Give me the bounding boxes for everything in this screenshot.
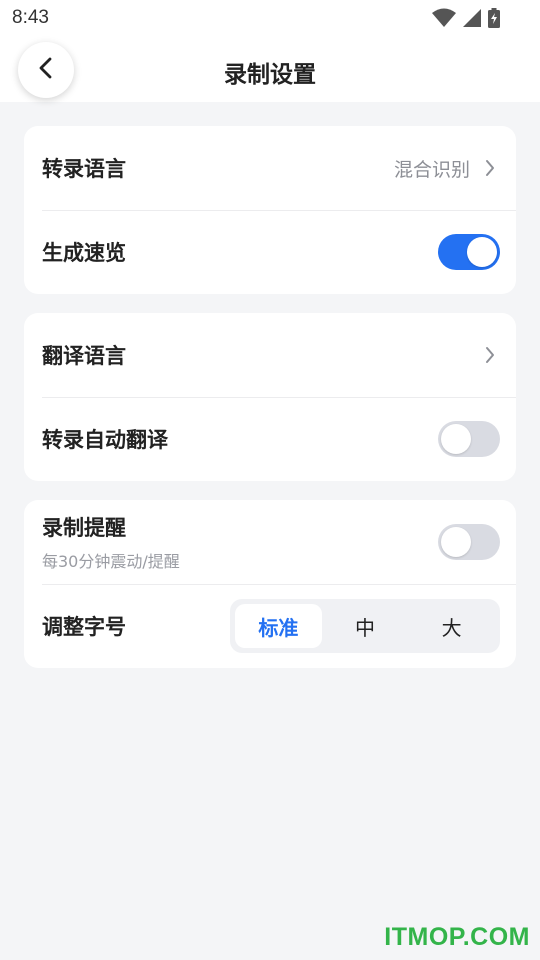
record-reminder-text: 录制提醒 每30分钟震动/提醒 <box>42 512 180 572</box>
font-size-row: 调整字号 标准 中 大 <box>24 584 516 668</box>
translate-language-label: 翻译语言 <box>42 344 126 368</box>
font-size-option-standard[interactable]: 标准 <box>235 604 322 648</box>
record-reminder-subtitle: 每30分钟震动/提醒 <box>42 552 180 571</box>
status-icons <box>432 8 500 32</box>
page-title: 录制设置 <box>224 62 316 88</box>
auto-translate-row: 转录自动翻译 <box>24 397 516 481</box>
font-size-segmented-control: 标准 中 大 <box>230 599 500 653</box>
translate-language-row[interactable]: 翻译语言 <box>24 313 516 397</box>
record-reminder-toggle[interactable] <box>438 524 500 560</box>
wifi-icon <box>432 8 456 32</box>
font-size-option-medium[interactable]: 中 <box>322 604 409 648</box>
toggle-knob <box>441 424 471 454</box>
toggle-knob <box>467 237 497 267</box>
status-time: 8:43 <box>12 7 49 28</box>
record-reminder-row: 录制提醒 每30分钟震动/提醒 <box>24 500 516 584</box>
transcribe-language-value: 混合识别 <box>393 158 470 181</box>
header: 录制设置 <box>0 36 540 102</box>
chevron-right-icon <box>480 345 500 365</box>
battery-icon <box>488 8 500 32</box>
chevron-right-icon <box>480 158 500 178</box>
settings-card-translation: 翻译语言 转录自动翻译 <box>24 313 516 481</box>
record-reminder-label: 录制提醒 <box>42 516 126 540</box>
generate-overview-row: 生成速览 <box>24 210 516 294</box>
divider <box>42 584 516 585</box>
generate-overview-label: 生成速览 <box>42 241 126 265</box>
toggle-knob <box>441 527 471 557</box>
settings-card-transcription: 转录语言 混合识别 生成速览 <box>24 126 516 294</box>
auto-translate-toggle[interactable] <box>438 421 500 457</box>
transcribe-language-row[interactable]: 转录语言 混合识别 <box>24 126 516 210</box>
font-size-label: 调整字号 <box>42 615 126 639</box>
transcribe-language-label: 转录语言 <box>42 157 126 181</box>
status-bar: 8:43 <box>0 0 540 36</box>
auto-translate-label: 转录自动翻译 <box>42 428 168 452</box>
font-size-option-large[interactable]: 大 <box>408 604 495 648</box>
watermark: ITMOP.COM <box>384 923 530 951</box>
generate-overview-toggle[interactable] <box>438 234 500 270</box>
signal-icon <box>462 8 482 32</box>
settings-card-recording: 录制提醒 每30分钟震动/提醒 调整字号 标准 中 大 <box>24 500 516 668</box>
